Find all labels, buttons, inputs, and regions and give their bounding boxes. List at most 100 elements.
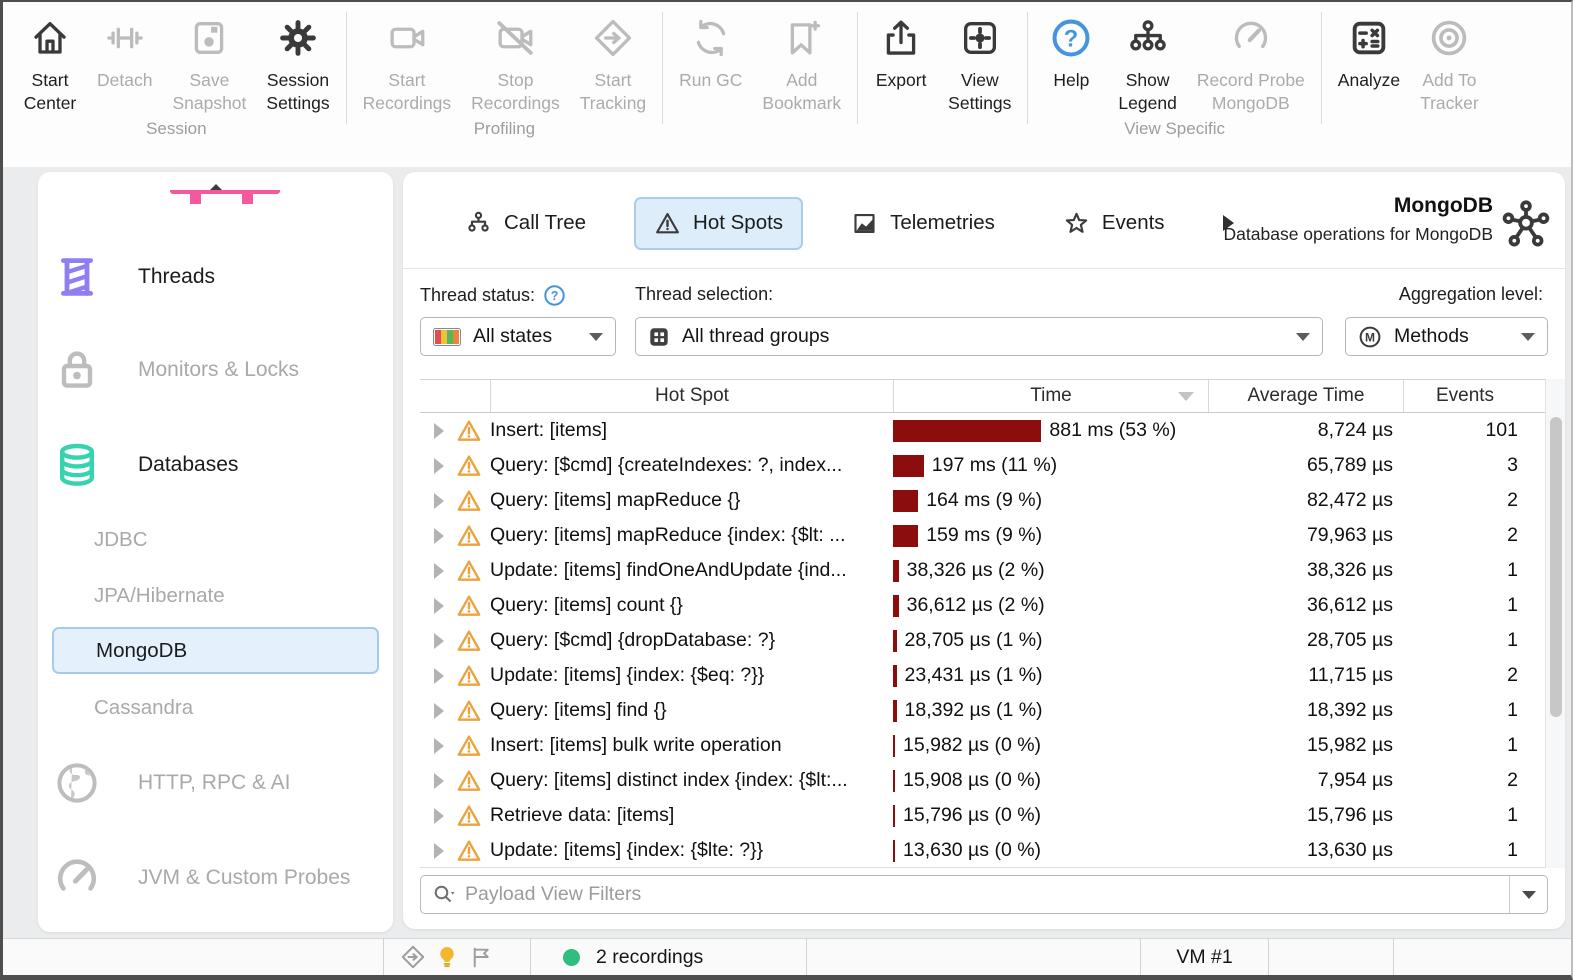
expand-row-icon[interactable] — [434, 632, 444, 649]
thread-selection-dropdown[interactable]: All thread groups — [635, 317, 1323, 356]
table-row[interactable]: Update: [items] {index: {$lte: ?}} 13,630… — [420, 833, 1548, 867]
show-legend-button[interactable]: Show Legend — [1108, 2, 1186, 115]
warning-icon — [456, 698, 482, 724]
table-row[interactable]: Query: [items] mapReduce {index: {$lt: .… — [420, 518, 1548, 553]
tab-call-tree[interactable]: Call Tree — [445, 197, 606, 250]
warning-icon — [456, 453, 482, 479]
tab-telemetries[interactable]: Telemetries — [831, 197, 1015, 250]
view-settings-button[interactable]: View Settings — [938, 2, 1021, 115]
camera-icon — [386, 17, 428, 59]
tracking-status-icon[interactable] — [396, 944, 430, 970]
thread-status-label: Thread status: ? — [420, 284, 566, 307]
toolbar-group: ? Help Show Legend Record Probe MongoDB View… — [1034, 2, 1314, 145]
table-row[interactable]: Insert: [items] 881 ms (53 %) 8,724 µs 101 — [420, 413, 1548, 448]
hot-spot-cell: Update: [items] {index: {$eq: ?}} — [490, 664, 765, 686]
column-header-hot-spot[interactable]: Hot Spot — [490, 380, 893, 412]
tab-events[interactable]: Events — [1043, 197, 1185, 250]
toolbar-button-label: Session Settings — [266, 70, 330, 113]
sidebar-item-monitors-locks: Monitors & Locks — [52, 340, 379, 400]
scrollbar-thumb[interactable] — [1550, 417, 1562, 717]
expand-row-icon[interactable] — [434, 492, 444, 509]
toolbar-group: Start Recordings Stop Recordings Start Tra… — [353, 2, 657, 145]
table-row[interactable]: Update: [items] findOneAndUpdate {ind...… — [420, 553, 1548, 588]
sidebar-item-label: JDBC — [94, 528, 148, 551]
expand-row-icon[interactable] — [434, 737, 444, 754]
tab-separator — [403, 268, 1565, 269]
sidebar-item-label: MongoDB — [96, 638, 188, 662]
session-settings-button[interactable]: Session Settings — [256, 2, 339, 115]
status-segment-empty — [806, 939, 1140, 975]
table-scrollbar — [1545, 379, 1565, 868]
table-header: Hot Spot Time Average Time Events — [420, 380, 1548, 413]
expand-row-icon[interactable] — [434, 842, 444, 859]
aggregation-level-dropdown[interactable]: M Methods — [1345, 317, 1548, 356]
average-time-cell: 13,630 µs — [1306, 839, 1393, 861]
analyze-button[interactable]: Analyze — [1328, 2, 1410, 92]
flag-icon[interactable] — [464, 945, 498, 970]
filter-dropdown-button[interactable] — [1509, 876, 1547, 913]
tab-hot-spots[interactable]: Hot Spots — [634, 196, 804, 250]
expand-row-icon[interactable] — [434, 807, 444, 824]
sidebar-item-databases[interactable]: Databases — [52, 435, 379, 495]
page-subtitle: Database operations for MongoDB — [1223, 224, 1493, 244]
table-row[interactable]: Query: [items] mapReduce {} 164 ms (9 %) 8… — [420, 483, 1548, 518]
sidebar-item-threads[interactable]: Threads — [52, 247, 379, 307]
column-header-average-time[interactable]: Average Time — [1208, 380, 1403, 412]
toolbar-divider — [1320, 12, 1322, 124]
column-header-label: Hot Spot — [655, 385, 729, 406]
status-segment-empty — [3, 939, 383, 975]
table-row[interactable]: Query: [items] count {} 36,612 µs (2 %) 36… — [420, 588, 1548, 623]
time-value: 197 ms (11 %) — [931, 454, 1058, 476]
table-row[interactable]: Query: [$cmd] {createIndexes: ?, index..… — [420, 448, 1548, 483]
table-row[interactable]: Query: [items] find {} 18,392 µs (1 %) 18,… — [420, 693, 1548, 728]
column-header-time[interactable]: Time — [893, 380, 1208, 412]
hot-spot-cell: Query: [$cmd] {dropDatabase: ?} — [490, 629, 776, 651]
view-settings-icon — [959, 17, 1001, 59]
hot-spots-icon — [654, 210, 681, 237]
threads-icon — [53, 253, 101, 301]
table-row[interactable]: Update: [items] {index: {$eq: ?}} 23,431 … — [420, 658, 1548, 693]
time-bar — [893, 419, 1042, 442]
expand-row-icon[interactable] — [434, 772, 444, 789]
time-value: 15,908 µs (0 %) — [903, 769, 1042, 791]
svg-text:M: M — [1365, 330, 1375, 344]
time-cell: 23,431 µs (1 %) — [893, 664, 1208, 687]
table-row[interactable]: Query: [items] distinct index {index: {$… — [420, 763, 1548, 798]
sidebar-item-mongodb[interactable]: MongoDB — [52, 627, 379, 674]
hot-spot-cell: Query: [$cmd] {createIndexes: ?, index..… — [490, 454, 843, 476]
table-row[interactable]: Query: [$cmd] {dropDatabase: ?} 28,705 µs… — [420, 623, 1548, 658]
chevron-down-icon — [1521, 332, 1535, 341]
table-row[interactable]: Retrieve data: [items] 15,796 µs (0 %) 15,… — [420, 798, 1548, 833]
expand-row-icon[interactable] — [434, 702, 444, 719]
expand-row-icon[interactable] — [434, 667, 444, 684]
expand-row-icon[interactable] — [434, 597, 444, 614]
toolbar-button-label: Show Legend — [1118, 70, 1177, 113]
home-icon — [29, 17, 71, 59]
sidebar-item-jdbc: JDBC — [52, 520, 379, 560]
lightbulb-icon[interactable] — [430, 944, 464, 970]
events-cell: 2 — [1507, 769, 1518, 791]
toolbar-button-label: Add To Tracker — [1420, 70, 1479, 113]
expand-row-icon[interactable] — [434, 422, 444, 439]
time-value: 15,796 µs (0 %) — [903, 804, 1042, 826]
payload-filter-input[interactable]: Payload View Filters — [420, 875, 1548, 914]
column-header-events[interactable]: Events — [1403, 380, 1526, 412]
help-circle-icon[interactable]: ? — [543, 284, 566, 307]
toolbar-divider — [1027, 12, 1029, 124]
gear-icon — [277, 17, 319, 59]
status-segment-vm: VM #1 — [1140, 939, 1268, 975]
average-time-cell: 82,472 µs — [1306, 489, 1393, 511]
average-time-cell: 11,715 µs — [1308, 664, 1393, 686]
expand-row-icon[interactable] — [434, 457, 444, 474]
help-button[interactable]: ? Help — [1034, 2, 1108, 92]
thread-status-dropdown[interactable]: All states — [420, 317, 616, 356]
time-cell: 28,705 µs (1 %) — [893, 629, 1208, 652]
time-value: 15,982 µs (0 %) — [903, 734, 1042, 756]
export-button[interactable]: Export — [864, 2, 938, 92]
expand-row-icon[interactable] — [434, 562, 444, 579]
start-center-button[interactable]: Start Center — [13, 2, 87, 115]
column-header-expander[interactable] — [420, 380, 490, 412]
table-row[interactable]: Insert: [items] bulk write operation 15,9… — [420, 728, 1548, 763]
expand-row-icon[interactable] — [434, 527, 444, 544]
record-probe-icon — [1230, 17, 1272, 59]
